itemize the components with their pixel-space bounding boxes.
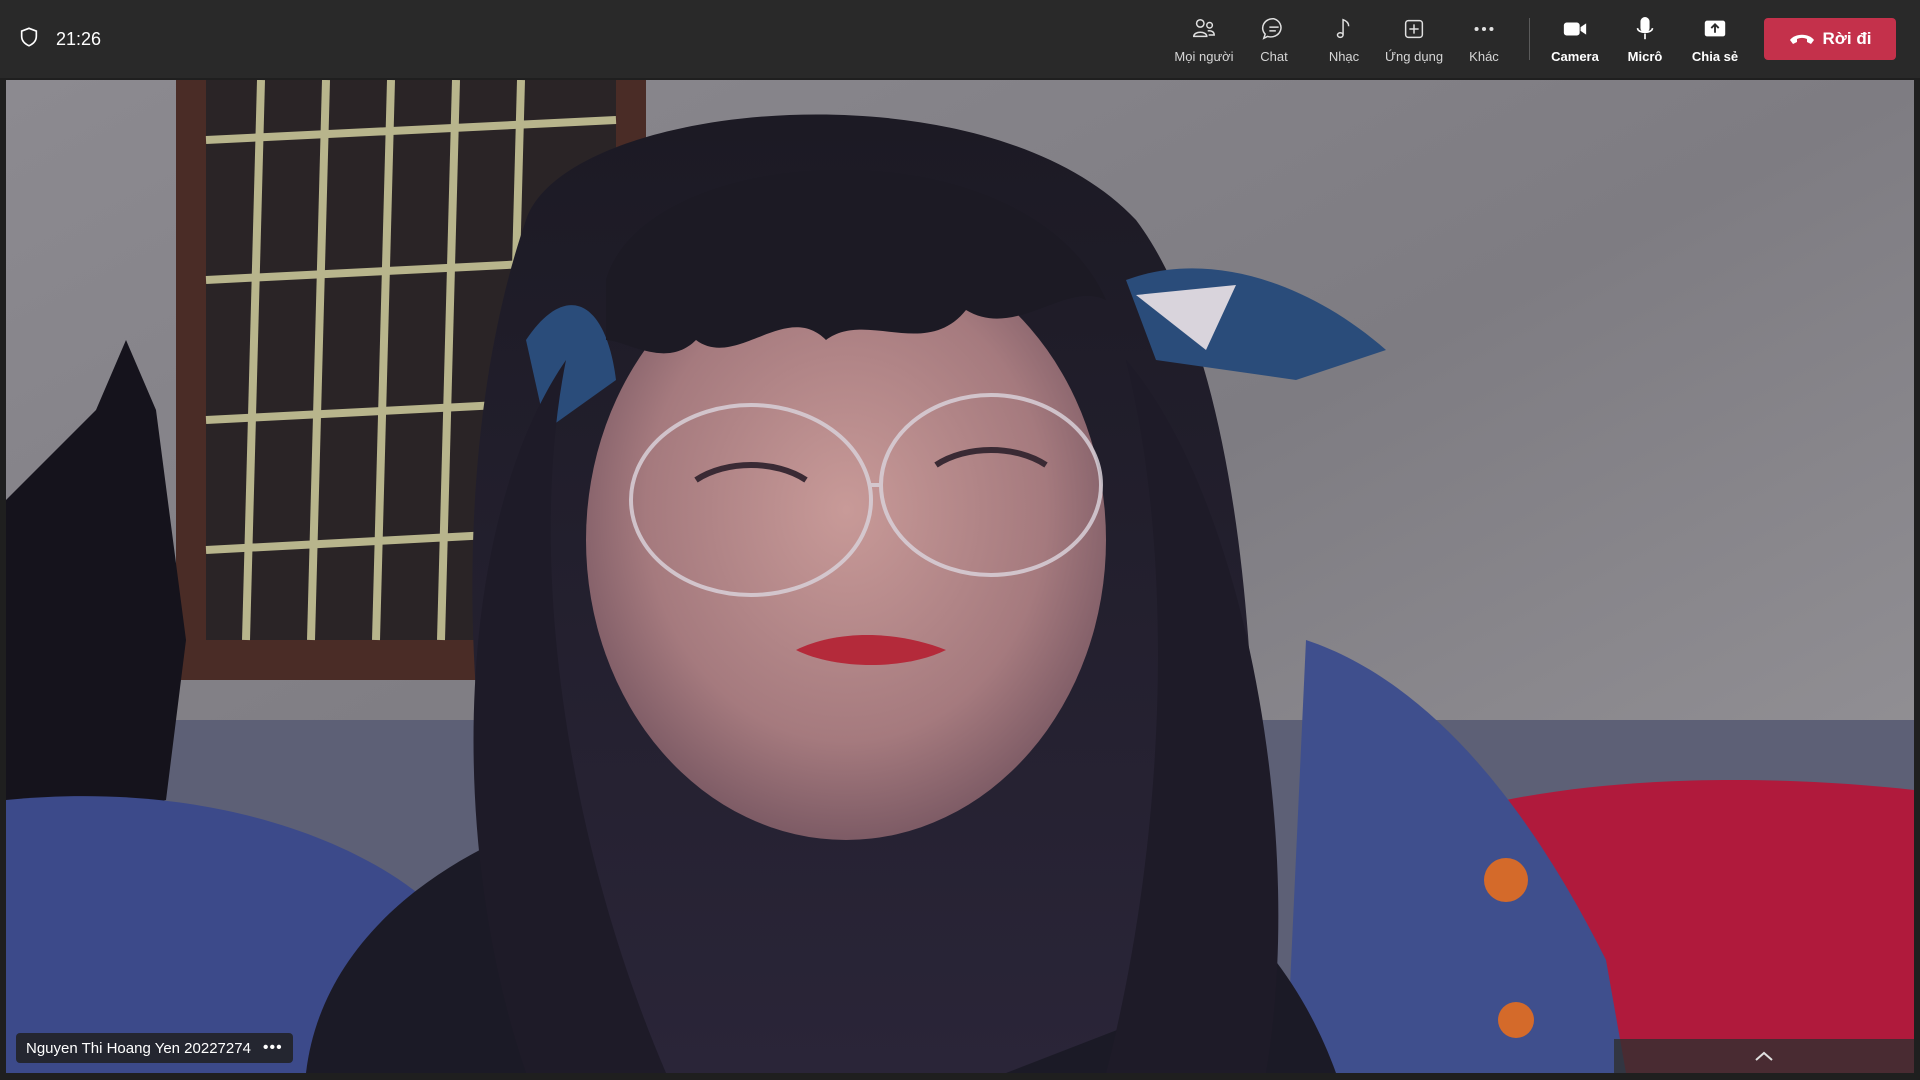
camera-label: Camera	[1551, 48, 1599, 64]
chat-icon	[1260, 15, 1288, 43]
microphone-icon	[1631, 15, 1659, 43]
chat-label: Chat	[1260, 48, 1288, 64]
ellipsis-icon	[1470, 15, 1498, 43]
share-button[interactable]: Chia sẻ	[1680, 4, 1750, 74]
camera-button[interactable]: Camera	[1540, 4, 1610, 74]
phone-hangup-icon	[1789, 34, 1814, 44]
music-button[interactable]: Nhạc	[1309, 4, 1379, 74]
participant-name-tag: Nguyen Thi Hoang Yen 20227274 •••	[16, 1033, 293, 1063]
more-label: Khác	[1469, 48, 1499, 64]
apps-button[interactable]: Ứng dụng	[1379, 4, 1449, 74]
people-button[interactable]: Mọi người	[1169, 4, 1239, 74]
share-screen-icon	[1701, 15, 1729, 43]
shield-icon	[18, 26, 40, 53]
people-icon	[1190, 15, 1218, 43]
leave-label: Rời đi	[1822, 29, 1872, 48]
microphone-button[interactable]: Micrô	[1610, 4, 1680, 74]
meeting-toolbar: 21:26 Mọi người Chat Nhạc Ứng dụng Khác …	[0, 0, 1920, 78]
camera-icon	[1561, 15, 1589, 43]
participant-video[interactable]: Nguyen Thi Hoang Yen 20227274 •••	[6, 80, 1914, 1073]
participant-name: Nguyen Thi Hoang Yen 20227274	[26, 1039, 251, 1057]
microphone-label: Micrô	[1627, 48, 1663, 64]
more-button[interactable]: Khác	[1449, 4, 1519, 74]
share-label: Chia sẻ	[1691, 48, 1739, 64]
toolbar-divider	[1529, 18, 1530, 60]
meeting-timer: 21:26	[56, 28, 102, 49]
chevron-up-icon	[1755, 1051, 1773, 1061]
control-group: Mọi người Chat Nhạc Ứng dụng Khác Camera…	[1169, 0, 1896, 78]
status-area: 21:26	[0, 0, 101, 78]
music-note-icon	[1330, 15, 1358, 43]
expand-tray-button[interactable]	[1614, 1039, 1914, 1073]
music-label: Nhạc	[1328, 48, 1360, 64]
chat-button[interactable]: Chat	[1239, 4, 1309, 74]
leave-button[interactable]: Rời đi	[1764, 18, 1896, 60]
video-frame	[6, 80, 1914, 1073]
participant-more-button[interactable]: •••	[263, 1039, 283, 1057]
apps-label: Ứng dụng	[1384, 48, 1444, 64]
people-label: Mọi người	[1174, 48, 1234, 64]
plus-square-icon	[1400, 15, 1428, 43]
